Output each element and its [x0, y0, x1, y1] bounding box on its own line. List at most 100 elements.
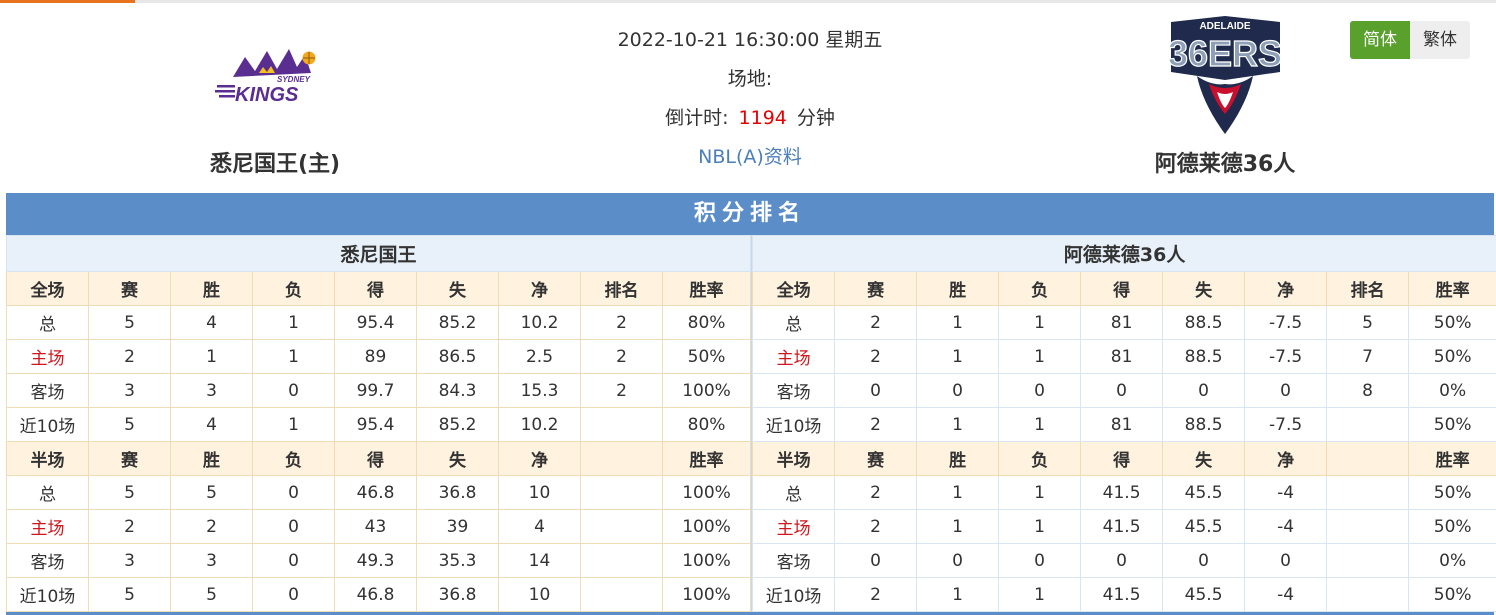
standings-cell: 0: [1162, 373, 1246, 408]
standings-cell: 0: [252, 373, 335, 408]
standings-cell: 45.5: [1162, 509, 1246, 544]
standings-cell: 50%: [661, 339, 752, 374]
standings-cell: 近10场: [752, 407, 836, 442]
standings-row: 总 5 5 0 46.8 36.8 10 100%: [6, 475, 752, 510]
standings-row: 近10场 5 5 0 46.8 36.8 10 100%: [6, 577, 752, 612]
standings-cell: 2: [834, 339, 918, 374]
standings-cell: 36.8: [416, 577, 499, 612]
home-team-name: 悉尼国王(主): [209, 152, 341, 177]
standings-col-header: 胜: [170, 441, 253, 476]
standings-cell: 1: [170, 339, 253, 374]
standings-cell: 5: [1326, 305, 1410, 340]
adelaide-36ers-logo: ADELAIDE 36ERS: [1167, 16, 1283, 134]
standings-cell: 4: [170, 407, 253, 442]
standings-cell: 10.2: [498, 305, 581, 340]
standings-cell: 0: [834, 543, 918, 578]
standings-cell: 10: [498, 577, 581, 612]
standings-header-row: 全场赛胜负得失净排名 胜率: [752, 271, 1496, 306]
standings-cell: 1: [252, 339, 335, 374]
simplified-chinese-button[interactable]: 简体: [1350, 21, 1410, 59]
standings-cell: 89: [334, 339, 417, 374]
standings-cell: 0: [1080, 543, 1164, 578]
standings-cell: 0: [252, 509, 335, 544]
standings-col-header: 胜率: [661, 441, 752, 476]
standings-cell: 99.7: [334, 373, 417, 408]
standings-col-header: [1326, 441, 1410, 476]
standings-cell: 50%: [1408, 305, 1496, 340]
standings-cell: 1: [998, 509, 1082, 544]
standings-cell: 2: [88, 339, 171, 374]
standings-col-header: 失: [416, 441, 499, 476]
standings-row: 总 5 4 1 95.4 85.2 10.2 2 80%: [6, 305, 752, 340]
standings-cell: 50%: [1408, 339, 1496, 374]
standings-cell: 80%: [661, 407, 752, 442]
standings-cell: 0: [252, 475, 335, 510]
standings-col-header: 净: [1244, 271, 1328, 306]
standings-cell: 1: [252, 305, 335, 340]
standings-col-header: 全场: [752, 271, 836, 306]
standings-col-header: 得: [334, 441, 417, 476]
standings-col-header: 净: [1244, 441, 1328, 476]
standings-cell: 1: [916, 339, 1000, 374]
countdown-label: 倒计时:: [665, 107, 729, 129]
standings-cell: [1326, 543, 1410, 578]
standings-cell: 0%: [1408, 373, 1496, 408]
standings-cell: 1: [998, 339, 1082, 374]
standings-cell: 100%: [661, 543, 752, 578]
standings-cell: 5: [88, 577, 171, 612]
standings-cell: 43: [334, 509, 417, 544]
standings-cell: 0: [998, 373, 1082, 408]
standings-col-header: 得: [334, 271, 417, 306]
standings-cell: 10.2: [498, 407, 581, 442]
standings-cell: 主场: [752, 509, 836, 544]
standings-col-header: 赛: [88, 441, 171, 476]
standings-col-header: 排名: [580, 271, 663, 306]
standings-cell: 主场: [6, 339, 89, 374]
standings-col-header: 排名: [1326, 271, 1410, 306]
standings-cell: 客场: [752, 543, 836, 578]
standings-cell: 5: [170, 475, 253, 510]
standings-cell: -4: [1244, 509, 1328, 544]
standings-cell: 2: [834, 407, 918, 442]
standings-cell: 1: [998, 305, 1082, 340]
standings-cell: 0: [1244, 373, 1328, 408]
away-logo-top-text: ADELAIDE: [1199, 21, 1250, 32]
standings-col-header: 胜率: [1408, 441, 1496, 476]
standings-cell: [1326, 577, 1410, 612]
standings-cell: 5: [88, 475, 171, 510]
standings-cell: [1326, 509, 1410, 544]
standings-cell: [580, 475, 663, 510]
standings-col-header: 得: [1080, 441, 1164, 476]
standings-col-header: 胜: [916, 271, 1000, 306]
standings-cell: 总: [6, 305, 89, 340]
standings-cell: 0: [1162, 543, 1246, 578]
traditional-chinese-button[interactable]: 繁体: [1410, 21, 1470, 59]
standings-cell: 近10场: [6, 407, 89, 442]
standings-cell: 88.5: [1162, 407, 1246, 442]
standings-cell: 0: [252, 543, 335, 578]
standings-col-header: 胜率: [1408, 271, 1496, 306]
standings-cell: 1: [998, 475, 1082, 510]
standings-header-row: 半场赛胜负得失净 胜率: [752, 441, 1496, 476]
standings-cell: 49.3: [334, 543, 417, 578]
standings-cell: 39: [416, 509, 499, 544]
standings-cell: 0%: [1408, 543, 1496, 578]
standings-col-header: 赛: [834, 441, 918, 476]
standings-cell: [580, 543, 663, 578]
standings-cell: 1: [252, 407, 335, 442]
standings-col-header: 半场: [752, 441, 836, 476]
standings-cell: 84.3: [416, 373, 499, 408]
standings-cell: 2: [580, 305, 663, 340]
league-info-link[interactable]: NBL(A)资料: [698, 146, 802, 168]
standings-cell: 总: [6, 475, 89, 510]
standings-cell: 50%: [1408, 407, 1496, 442]
standings-cell: 2: [88, 509, 171, 544]
match-datetime: 2022-10-21 16:30:00 星期五: [617, 29, 883, 51]
standings-cell: 5: [88, 407, 171, 442]
standings-cell: 3: [170, 373, 253, 408]
standings-col-header: 胜: [170, 271, 253, 306]
standings-cell: -7.5: [1244, 407, 1328, 442]
home-logo-main-text: KINGS: [235, 84, 299, 105]
standings-col-header: 赛: [834, 271, 918, 306]
standings-col-header: 半场: [6, 441, 89, 476]
